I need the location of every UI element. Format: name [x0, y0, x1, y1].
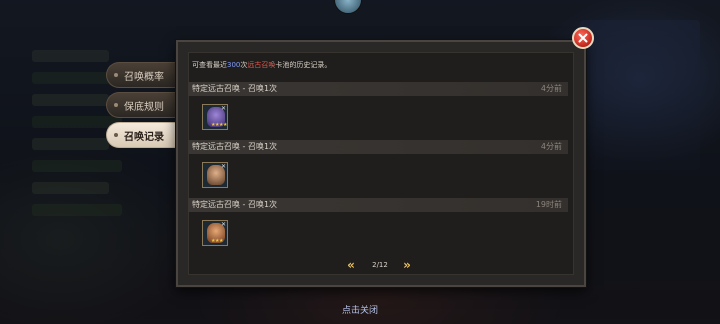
record-title: 特定远古召唤 - 召唤1次: [192, 200, 278, 209]
tab-label: 召唤记录: [124, 131, 164, 143]
record-header: 特定远古召唤 - 召唤1次 4分前: [188, 82, 568, 96]
info-suffix: 卡池的历史记录。: [275, 61, 332, 69]
hero-stars: ★★★: [211, 238, 223, 244]
hero-portrait[interactable]: ✕: [202, 162, 228, 188]
record-title: 特定远古召唤 - 召唤1次: [192, 142, 278, 151]
history-info-text: 可查看最近300次远古召唤卡池的历史记录。: [192, 60, 331, 70]
tab-label: 保底规则: [124, 101, 164, 113]
record-time: 4分前: [540, 142, 562, 151]
prev-page-button[interactable]: «: [342, 258, 360, 272]
tab-summon-probability[interactable]: 召唤概率: [106, 62, 176, 88]
tab-pity-rules[interactable]: 保底规则: [106, 92, 176, 118]
info-prefix: 可查看最近: [192, 61, 227, 69]
tab-label: 召唤概率: [124, 71, 164, 83]
next-page-button[interactable]: »: [398, 258, 416, 272]
record-time: 19时前: [535, 200, 562, 209]
tap-to-close-hint[interactable]: 点击关闭: [0, 303, 720, 316]
close-icon: [578, 33, 588, 43]
element-icon: ✕: [220, 221, 226, 228]
hero-portrait[interactable]: ✕ ★★★★★: [202, 104, 228, 130]
record-header: 特定远古召唤 - 召唤1次 4分前: [188, 140, 568, 154]
hero-portrait[interactable]: ✕ ★★★: [202, 220, 228, 246]
tab-summon-history[interactable]: 召唤记录: [106, 122, 176, 148]
summon-history-panel: [176, 40, 586, 287]
hero-stars: ★★★★★: [211, 122, 227, 128]
page-indicator: 2/12: [372, 261, 388, 269]
element-icon: ✕: [220, 105, 226, 112]
pagination: « 2/12 »: [342, 258, 418, 272]
tab-dot-icon: [114, 73, 118, 77]
info-pool-name: 远古召唤: [247, 61, 276, 69]
tab-dot-icon: [114, 103, 118, 107]
record-time: 4分前: [540, 84, 562, 93]
record-title: 特定远古召唤 - 召唤1次: [192, 84, 278, 93]
element-icon: ✕: [220, 163, 226, 170]
record-header: 特定远古召唤 - 召唤1次 19时前: [188, 198, 568, 212]
tab-dot-icon: [114, 133, 118, 137]
info-count: 300: [227, 61, 241, 69]
close-button[interactable]: [572, 27, 594, 49]
